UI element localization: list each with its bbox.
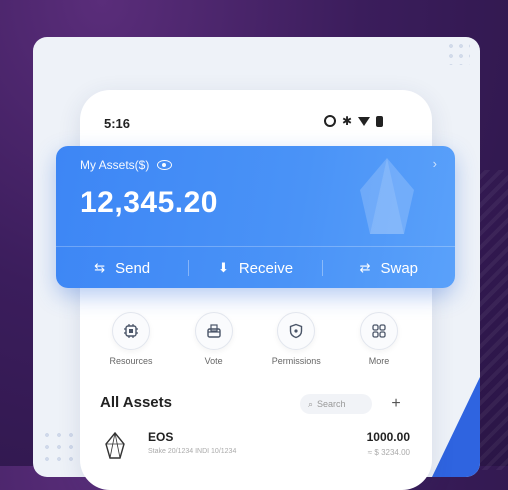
card-divider [56,246,455,247]
send-label: Send [115,259,151,277]
send-button[interactable]: ⇆ Send [56,260,188,277]
my-assets-label: My Assets($) [80,158,173,172]
list-item[interactable]: EOS Stake 20/1234 INDI 10/1234 1000.00 ≈… [104,428,410,468]
search-input[interactable]: ⌕ Search [300,394,372,414]
my-assets-label-text: My Assets($) [80,158,150,172]
chevron-right-icon[interactable]: › [433,156,437,171]
asset-actions: ⇆ Send ⬇ Receive ⇄ Swap [56,250,455,286]
bluetooth-icon: ✱ [342,114,353,128]
alarm-icon [324,115,336,127]
quick-item-resources[interactable]: Resources [90,312,172,372]
quick-label: Vote [204,356,223,366]
swap-label: Swap [380,259,419,277]
all-assets-title: All Assets [100,394,172,411]
asset-balance: 12,345.20 [80,186,218,219]
search-icon: ⌕ [308,398,314,409]
my-assets-card[interactable]: My Assets($) › 12,345.20 ⇆ Send ⬇ Receiv… [56,146,455,288]
download-icon: ⬇ [217,260,229,275]
status-icons: ✱ [324,114,384,128]
chip-icon [112,312,150,350]
decorative-dots-top [446,41,470,65]
asset-subtitle: Stake 20/1234 INDI 10/1234 [148,448,237,455]
swap-icon: ⇄ [359,260,371,275]
swap-button[interactable]: ⇄ Swap [323,260,455,277]
wifi-icon [358,116,371,126]
quick-item-more[interactable]: More [338,312,420,372]
quick-label: More [368,356,390,366]
battery-icon [376,115,384,127]
asset-usd-value: ≈ $ 3234.00 [367,448,410,457]
eos-logo-watermark-icon [360,158,414,234]
eye-icon[interactable] [157,160,173,170]
quick-label: Permissions [271,356,321,366]
status-time: 5:16 [104,116,131,131]
decorative-triangle [432,377,480,477]
shield-icon [277,312,316,350]
ballot-box-icon [194,312,233,350]
quick-item-permissions[interactable]: Permissions [255,312,337,372]
grid-icon [359,312,398,350]
search-placeholder: Search [317,399,346,409]
asset-amount: 1000.00 [366,430,410,444]
eos-token-icon [105,432,125,459]
quick-label: Resources [109,356,153,366]
receive-button[interactable]: ⬇ Receive [189,260,321,277]
asset-name: EOS [148,430,174,444]
receive-label: Receive [238,259,294,277]
quick-item-vote[interactable]: Vote [173,312,255,372]
add-asset-button[interactable]: + [386,394,406,414]
quick-actions: Resources Vote Permissions More [90,312,420,372]
send-icon: ⇆ [94,260,106,275]
